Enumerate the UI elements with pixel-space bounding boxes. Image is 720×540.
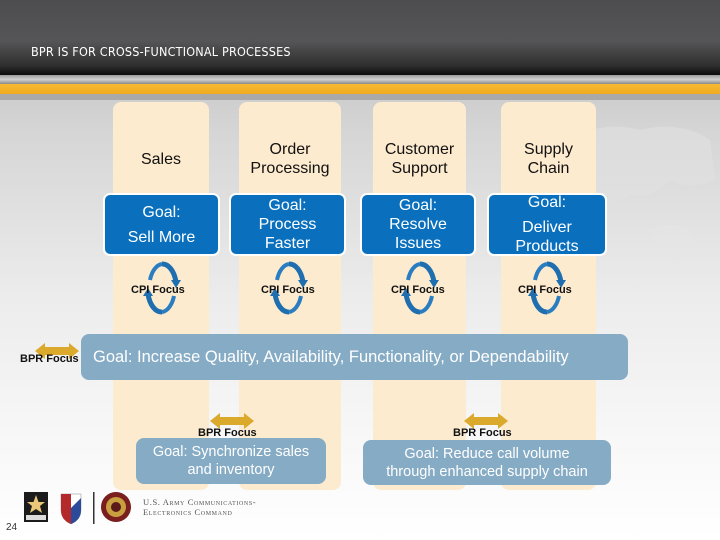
goal-line: Goal: — [527, 194, 567, 211]
org-line: U.S. Army Communications- — [143, 497, 257, 507]
bpr-focus-label: BPR Focus — [20, 353, 79, 365]
subgoal-line: Goal: Synchronize sales — [152, 444, 310, 460]
goal-box-sales: Goal: Sell More — [103, 193, 220, 256]
column-title: Sales — [113, 150, 209, 169]
goal-box-customer-support: Goal: Resolve Issues — [360, 193, 476, 256]
footer-logos — [24, 492, 131, 525]
slide-header: BPR IS FOR CROSS-FUNCTIONAL PROCESSES — [0, 0, 720, 75]
logo-divider — [93, 492, 95, 524]
slide-title: BPR IS FOR CROSS-FUNCTIONAL PROCESSES — [31, 44, 291, 59]
organization-name: U.S. Army Communications- Electronics Co… — [143, 497, 256, 517]
cpi-focus-label: CPI Focus — [261, 284, 315, 296]
shield-logo — [60, 493, 82, 525]
column-title: Customer Support — [373, 140, 466, 178]
header-gold-stripe — [0, 84, 720, 94]
goal-line: Goal: — [142, 203, 181, 221]
goal-line: Faster — [264, 235, 311, 252]
bpr-focus-label: BPR Focus — [453, 427, 512, 439]
column-title-line: Supply — [524, 141, 573, 158]
goal-box-supply-chain: Goal: Deliver Products — [487, 193, 607, 256]
goal-box-order-processing: Goal: Process Faster — [229, 193, 346, 256]
column-title-line: Customer — [384, 141, 455, 158]
column-title-line: Support — [391, 160, 448, 177]
goal-line: Process — [258, 216, 317, 233]
goal-line: Products — [515, 238, 579, 255]
column-title: Order Processing — [239, 140, 341, 178]
goal-line: Goal: — [268, 197, 307, 214]
subgoal-box-sales-order: Goal: Synchronize sales and inventory — [136, 438, 326, 484]
goal-line: Issues — [394, 235, 442, 252]
subgoal-line: through enhanced supply chain — [386, 463, 588, 480]
overall-goal-banner: Goal: Increase Quality, Availability, Fu… — [81, 334, 628, 380]
page-number: 24 — [6, 522, 18, 533]
cpi-focus-label: CPI Focus — [391, 284, 445, 296]
goal-line: Goal: — [398, 197, 438, 214]
goal-line: Deliver — [522, 219, 572, 236]
org-line: Electronics Command — [143, 507, 233, 517]
subgoal-line: and inventory — [187, 462, 275, 478]
army-star-logo — [24, 492, 48, 522]
column-title-line: Chain — [527, 160, 570, 177]
subgoal-line: Goal: Reduce call volume — [404, 445, 570, 462]
header-silver-stripe — [0, 75, 720, 84]
goal-line: Sell More — [127, 228, 196, 246]
column-title-line: Processing — [250, 160, 330, 177]
subgoal-box-support-supply: Goal: Reduce call volume through enhance… — [363, 440, 611, 485]
cpi-focus-label: CPI Focus — [518, 284, 572, 296]
goal-line: Resolve — [389, 216, 447, 233]
column-title: Supply Chain — [501, 140, 596, 178]
cecom-seal-logo — [101, 492, 131, 522]
column-title-line: Order — [269, 141, 311, 158]
column-title-line: Sales — [140, 151, 182, 168]
cpi-focus-label: CPI Focus — [131, 284, 185, 296]
